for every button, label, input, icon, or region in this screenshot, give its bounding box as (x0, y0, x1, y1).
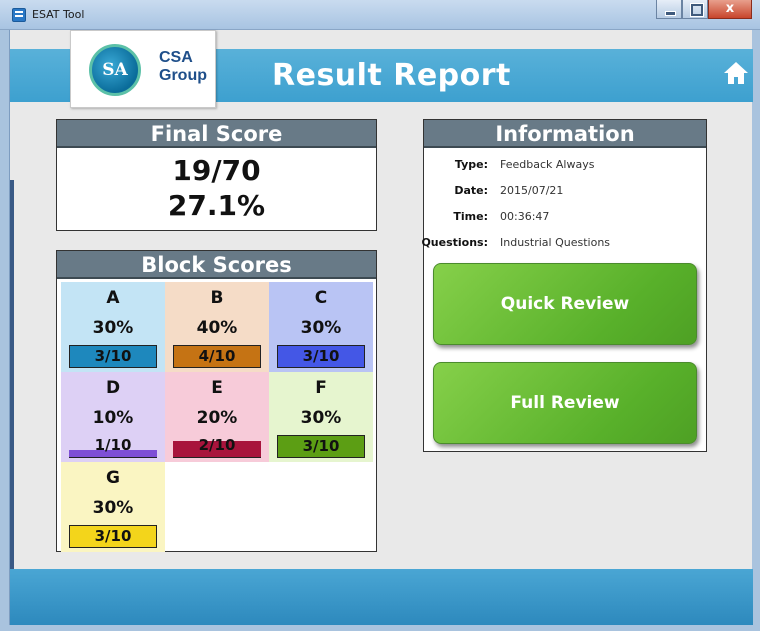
block-letter: G (106, 468, 120, 488)
info-label: Time: (453, 210, 488, 223)
block-fraction-badge: 4/10 (173, 345, 261, 368)
block-fraction: 3/10 (302, 437, 340, 455)
info-value: 2015/07/21 (500, 184, 564, 197)
page-title: Result Report (272, 58, 511, 93)
logo-text: CSA Group (159, 49, 207, 84)
home-icon[interactable] (723, 60, 749, 86)
block-e: E 20% 2/10 (165, 372, 269, 462)
block-letter: C (314, 288, 328, 308)
block-letter: A (106, 288, 120, 308)
block-scores-panel: Block Scores A 30% 3/10 B 40% 4/10 C 30%… (56, 250, 377, 552)
close-icon: x (725, 1, 735, 16)
block-percent: 40% (196, 318, 238, 338)
block-g: G 30% 3/10 (61, 462, 165, 552)
block-fraction: 3/10 (302, 347, 340, 365)
window-title: ESAT Tool (32, 8, 85, 21)
block-a: A 30% 3/10 (61, 282, 165, 372)
info-row-questions: Questions: Industrial Questions (421, 228, 706, 254)
block-fraction-badge: 3/10 (69, 345, 157, 368)
block-letter: F (315, 378, 327, 398)
information-panel: Information Type: Feedback Always Date: … (421, 119, 707, 452)
block-fraction-badge: 3/10 (69, 525, 157, 548)
final-score-panel: Final Score 19/70 27.1% (56, 119, 377, 231)
block-percent: 30% (300, 318, 342, 338)
close-button[interactable]: x (708, 0, 752, 19)
info-label: Questions: (421, 236, 488, 249)
block-fraction-badge: 2/10 (173, 435, 261, 458)
info-label: Date: (454, 184, 488, 197)
block-f: F 30% 3/10 (269, 372, 373, 462)
app-window: ESAT Tool x Result Report SA CSA Group F… (0, 0, 760, 631)
block-letter: D (105, 378, 121, 398)
block-percent: 30% (92, 498, 134, 518)
info-label: Type: (454, 158, 488, 171)
footer-bar (10, 569, 753, 625)
block-fraction: 1/10 (94, 436, 132, 454)
block-d: D 10% 1/10 (61, 372, 165, 462)
block-scores-heading: Block Scores (57, 251, 376, 279)
window-controls: x (656, 0, 752, 20)
info-value: Feedback Always (500, 158, 595, 171)
information-heading: Information (424, 120, 706, 148)
block-c: C 30% 3/10 (269, 282, 373, 372)
block-fraction: 2/10 (198, 436, 236, 454)
block-letter: E (211, 378, 223, 398)
block-percent: 10% (92, 408, 134, 428)
block-percent: 20% (196, 408, 238, 428)
logo-emblem: SA (89, 44, 141, 96)
minimize-button[interactable] (656, 0, 682, 19)
title-bar[interactable]: ESAT Tool x (0, 0, 760, 30)
final-score-percent: 27.1% (167, 189, 266, 222)
maximize-button[interactable] (682, 0, 708, 19)
block-percent: 30% (92, 318, 134, 338)
client-area: Result Report SA CSA Group Final Score 1… (9, 30, 753, 625)
info-row-type: Type: Feedback Always (424, 150, 706, 176)
block-fraction-badge: 3/10 (277, 345, 365, 368)
block-fraction: 3/10 (94, 527, 132, 545)
block-fraction-badge: 3/10 (277, 435, 365, 458)
block-b: B 40% 4/10 (165, 282, 269, 372)
full-review-button[interactable]: Full Review (433, 362, 697, 444)
final-score-points: 19/70 (172, 154, 261, 187)
info-value: 00:36:47 (500, 210, 550, 223)
block-letter: B (210, 288, 224, 308)
app-icon (12, 8, 26, 22)
csa-group-logo: SA CSA Group (70, 30, 216, 108)
block-fraction: 4/10 (198, 347, 236, 365)
info-value: Industrial Questions (500, 236, 611, 249)
block-fraction-badge: 1/10 (69, 435, 157, 458)
quick-review-button[interactable]: Quick Review (433, 263, 697, 345)
block-percent: 30% (300, 408, 342, 428)
final-score-heading: Final Score (57, 120, 376, 148)
info-row-date: Date: 2015/07/21 (424, 176, 706, 202)
left-accent-strip (10, 180, 14, 625)
info-row-time: Time: 00:36:47 (424, 202, 706, 228)
block-fraction: 3/10 (94, 347, 132, 365)
